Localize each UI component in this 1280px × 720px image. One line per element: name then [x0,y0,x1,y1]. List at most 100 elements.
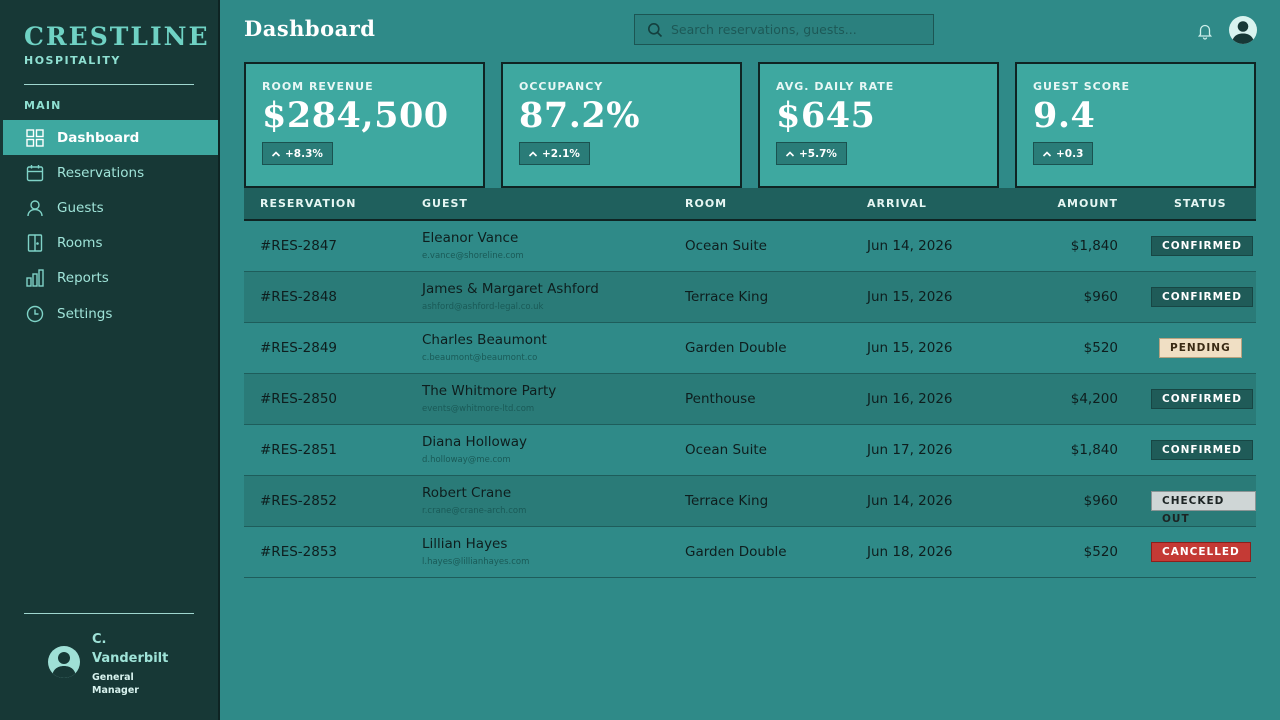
kpi-value: $645 [776,95,876,136]
brand-logo[interactable]: CRESTLINE HOSPITALITY [24,22,210,67]
table-row[interactable]: #RES-2850 The Whitmore Party events@whitmo… [244,374,1256,425]
kpi-card-occupancy[interactable]: OCCUPANCY 87.2% +2.1% [501,62,742,188]
table-row[interactable]: #RES-2853 Lillian Hayes l.hayes@lillianhay… [244,527,1256,578]
kpi-value: $284,500 [262,95,449,136]
guest-name: Charles Beaumont [422,332,547,348]
grid-icon [26,128,44,147]
table-row[interactable]: #RES-2852 Robert Crane r.crane@crane-arch.… [244,476,1256,527]
reservation-id[interactable]: #RES-2848 [260,272,337,322]
sidebar-nav: Dashboard Reservations Guests Rooms Repo… [3,120,218,331]
room-type: Penthouse [685,391,756,407]
sidebar-item-label: Settings [57,305,113,322]
guest-email: events@whitmore-ltd.com [422,404,535,414]
sidebar-item-label: Reservations [57,164,145,181]
table-row[interactable]: #RES-2847 Eleanor Vance e.vance@shoreline.… [244,221,1256,272]
door-icon [27,234,43,252]
guest-email: ashford@ashford-legal.co.uk [422,302,544,312]
brand-name: CRESTLINE [24,22,210,51]
reservation-id[interactable]: #RES-2847 [260,221,337,271]
notification-bell-icon[interactable] [1197,22,1213,40]
column-header-amount[interactable]: AMOUNT [1058,188,1118,219]
person-icon [27,200,43,217]
reservations-table-body: #RES-2847 Eleanor Vance e.vance@shoreline.… [244,221,1256,578]
table-row[interactable]: #RES-2849 Charles Beaumont c.beaumont@beau… [244,323,1256,374]
sidebar-item-reports[interactable]: Reports [3,261,218,296]
sidebar: CRESTLINE HOSPITALITY MAIN Dashboard Res… [0,0,220,720]
column-header-arrival[interactable]: ARRIVAL [867,188,927,219]
sidebar-item-dashboard[interactable]: Dashboard [3,120,218,156]
kpi-delta-value: +0.3 [1056,147,1084,160]
user-role: General Manager [92,672,139,696]
sidebar-item-settings[interactable]: Settings [3,296,218,331]
kpi-value: 9.4 [1033,95,1096,136]
column-header-guest[interactable]: GUEST [422,188,468,219]
reservation-id[interactable]: #RES-2851 [260,425,337,475]
arrival-date: Jun 17, 2026 [867,442,953,458]
room-type: Garden Double [685,340,787,356]
reservation-id[interactable]: #RES-2853 [260,527,337,577]
guest-name: Diana Holloway [422,434,528,450]
guest-email: r.crane@crane-arch.com [422,506,527,516]
guest-email: l.hayes@lillianhayes.com [422,557,530,567]
room-type: Terrace King [685,493,769,509]
reservation-id[interactable]: #RES-2850 [260,374,337,424]
search-bar[interactable] [634,14,934,45]
room-type: Ocean Suite [685,442,767,458]
status-badge: CONFIRMED [1151,389,1253,409]
avatar-icon [1232,21,1254,44]
user-name: C. Vanderbilt [92,632,169,666]
arrival-date: Jun 14, 2026 [867,238,953,254]
amount: $1,840 [1070,442,1118,458]
column-header-room[interactable]: ROOM [685,188,727,219]
amount: $960 [1083,289,1118,305]
search-icon [648,22,663,37]
amount: $520 [1083,544,1118,560]
guest-name: Eleanor Vance [422,230,519,246]
arrow-up-icon [1042,150,1052,157]
reservation-id[interactable]: #RES-2849 [260,323,337,373]
arrow-up-icon [785,150,795,157]
amount: $1,840 [1070,238,1118,254]
sidebar-item-guests[interactable]: Guests [3,190,218,225]
guest-name: James & Margaret Ashford [422,281,599,297]
arrival-date: Jun 18, 2026 [867,544,953,560]
guest-name: The Whitmore Party [422,383,557,399]
guest-email: d.holloway@me.com [422,455,511,465]
arrival-date: Jun 16, 2026 [867,391,953,407]
page-title: Dashboard [244,16,376,41]
calendar-icon [26,164,44,181]
user-avatar-button[interactable] [1229,16,1257,44]
sidebar-item-rooms[interactable]: Rooms [3,226,218,261]
kpi-label: OCCUPANCY [519,80,604,93]
avatar [48,646,80,678]
kpi-label: GUEST SCORE [1033,80,1131,93]
guest-name: Robert Crane [422,485,512,501]
table-row[interactable]: #RES-2848 James & Margaret Ashford ashford… [244,272,1256,323]
sidebar-item-label: Rooms [57,235,103,252]
status-badge: CANCELLED [1151,542,1251,562]
kpi-card-avg-daily-rate[interactable]: AVG. DAILY RATE $645 +5.7% [758,62,999,188]
status-badge: CONFIRMED [1151,440,1253,460]
kpi-delta-value: +2.1% [542,147,580,160]
status-badge: PENDING [1159,338,1242,358]
amount: $4,200 [1070,391,1118,407]
kpi-delta-value: +5.7% [799,147,837,160]
reservations-table-header: RESERVATION GUEST ROOM ARRIVAL AMOUNT ST… [244,188,1256,221]
guest-email: c.beaumont@beaumont.co [422,353,538,363]
sidebar-item-label: Guests [57,199,104,216]
table-row[interactable]: #RES-2851 Diana Holloway d.holloway@me.com… [244,425,1256,476]
nav-section-label: MAIN [24,99,62,112]
reservation-id[interactable]: #RES-2852 [260,476,337,526]
status-badge: CHECKED OUT [1151,491,1256,525]
sidebar-item-reservations[interactable]: Reservations [3,155,218,190]
kpi-card-room-revenue[interactable]: ROOM REVENUE $284,500 +8.3% [244,62,485,188]
kpi-delta-badge: +5.7% [776,142,847,165]
search-input[interactable] [671,22,921,37]
kpi-card-guest-score[interactable]: GUEST SCORE 9.4 +0.3 [1015,62,1256,188]
column-header-status[interactable]: STATUS [1174,188,1227,219]
guest-name: Lillian Hayes [422,536,508,552]
user-profile[interactable]: C. Vanderbilt General Manager [48,630,172,697]
column-header-reservation[interactable]: RESERVATION [260,188,356,219]
amount: $520 [1083,340,1118,356]
sidebar-divider [24,613,194,614]
